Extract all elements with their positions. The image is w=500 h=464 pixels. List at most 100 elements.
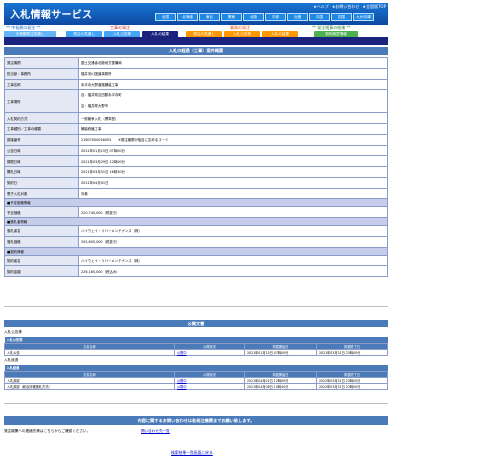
detail-value: 2021年04月01日 (78, 176, 388, 189)
inquiry-header: 内容に関するお問い合わせは各発注機関までお願い致します。 (4, 416, 388, 425)
nav-underline-bar (4, 37, 388, 45)
detail-value: 226,160,000（税込み） (78, 265, 388, 277)
group-header-estimate: ■予定価格情報 (4, 198, 388, 208)
help-link[interactable]: ★ヘルプ (313, 4, 329, 10)
detail-row: 工事場所 自：福井県吉田郡永平寺町 至：福井県大野市 (4, 89, 388, 114)
publish-end: 2021年03月31日 23時00分 (316, 348, 388, 356)
table-row: 入札公告 公開中 2021年01月15日 07時00分 2021年03月31日 … (4, 348, 388, 356)
detail-value: 福井河川国道事務所 (78, 67, 388, 80)
progress-table: 入札経過 文書名称 公開状況 掲載開始日 掲載終了日 入札調書 公開中 2021… (4, 365, 388, 390)
publish-end: 2022年03月31日 23時00分 (316, 382, 388, 390)
region-kinki[interactable]: 近畿 (287, 13, 308, 21)
publish-status-link[interactable]: 公開中 (174, 382, 245, 390)
site-title[interactable]: 入札情報サービス (10, 6, 92, 21)
region-chugoku[interactable]: 中国 (309, 13, 330, 21)
detail-value: 対象 (78, 187, 388, 200)
detail-row: 契約日 2021年04月01日 (4, 176, 388, 189)
inquiry-text: 発注機関への連絡先等はこちらからご確認ください。 (4, 429, 91, 433)
detail-label: 契約金額 (4, 265, 79, 277)
detail-label: 落札価格 (4, 235, 79, 248)
publish-status-link[interactable]: 公開中 (174, 348, 245, 356)
detail-label: 予定価格 (4, 206, 79, 218)
detail-label: 担当部・事務所 (4, 67, 79, 80)
divider (4, 403, 388, 404)
detail-row: 発注機関 国土交通省北陸地方整備局 (4, 57, 388, 69)
detail-label: 電子入札対象 (4, 187, 79, 200)
utility-links: ★ヘルプ ★お問い合わせ ★全国版TOP (313, 4, 386, 10)
document-name: 入札公告 (4, 348, 175, 356)
inquiry-row: 発注機関への連絡先等はこちらからご確認ください。 問い合わせ先一覧 (4, 428, 388, 436)
detail-label: 期限日時 (4, 155, 79, 167)
detail-label: 入札契約方式 (4, 112, 79, 124)
document-name: 入札調書（総合評価落札方式） (4, 382, 175, 390)
detail-label: 契約者名 (4, 254, 79, 267)
detail-label: 工事名称 (4, 78, 79, 91)
detail-label: 工事場所 (4, 89, 79, 114)
detail-row: 契約者名 ハイウェイ・リバーメンテナンス（株） (4, 254, 388, 267)
detail-value: 2021年03月31日 16時30分 (78, 166, 388, 178)
detail-row: 予定価格 220,740,000（税抜き） (4, 206, 388, 218)
detail-row: 調達番号 21807000036003 ※発注機関が独自に定めるコード (4, 133, 388, 146)
region-hokkaido[interactable]: 北海道 (177, 13, 198, 21)
site-header: 入札情報サービス ★ヘルプ ★お問い合わせ ★全国版TOP 全国 北海道 東北 … (4, 3, 388, 25)
detail-label: 発注機関 (4, 57, 79, 69)
detail-value: 2021年01月15日 07時00分 (78, 144, 388, 157)
detail-value: 205,600,000（税抜き） (78, 235, 388, 248)
detail-label: 開札日時 (4, 166, 79, 178)
detail-row: 公告日時 2021年01月15日 07時00分 (4, 144, 388, 157)
detail-label: 落札者名 (4, 225, 79, 237)
contact-list-link[interactable]: 問い合わせ先一覧 (141, 429, 170, 434)
region-kyushu-okinawa[interactable]: 九州沖縄 (353, 13, 374, 21)
region-tohoku[interactable]: 東北 (199, 13, 220, 21)
group-title: ■落札者情報 (4, 217, 388, 226)
documents-title: 公開文書 (4, 320, 388, 327)
detail-value: ハイウェイ・リバーメンテナンス（株） (78, 225, 388, 237)
detail-label: 工事種別／工事の種類 (4, 123, 79, 135)
detail-value: ハイウェイ・リバーメンテナンス（株） (78, 254, 388, 267)
detail-table: 発注機関 国土交通省北陸地方整備局 担当部・事務所 福井河川国道事務所 工事名称… (4, 57, 388, 277)
group-title: ■契約情報 (4, 246, 388, 256)
detail-row: 工事種別／工事の種類 舗装修繕工事 (4, 123, 388, 135)
section-title-notices: 入札公告等 (4, 330, 22, 334)
section-title-progress: 入札経過 (4, 358, 19, 362)
detail-row: 開札日時 2021年03月31日 16時30分 (4, 166, 388, 178)
region-shikoku[interactable]: 四国 (331, 13, 352, 21)
detail-value: 永平寺大野道路舗装工事 (78, 78, 388, 91)
back-to-results-link[interactable]: 検索結果一覧画面に戻る (171, 450, 213, 456)
location-from: 自：福井県吉田郡永平寺町 (81, 93, 122, 98)
detail-value: 21807000036003 ※発注機関が独自に定めるコード (78, 133, 388, 146)
contact-link[interactable]: ★お問い合わせ (332, 4, 360, 10)
detail-value: 国土交通省北陸地方整備局 (78, 57, 388, 69)
detail-row: 工事名称 永平寺大野道路舗装工事 (4, 78, 388, 91)
region-nationwide[interactable]: 全国 (155, 13, 176, 21)
detail-value: 220,740,000（税抜き） (78, 206, 388, 218)
national-top-link[interactable]: ★全国版TOP (362, 4, 386, 10)
detail-label: 調達番号 (4, 133, 79, 146)
detail-value: 2021年03月29日 12時00分 (78, 155, 388, 167)
region-bar: 全国 北海道 東北 関東 北陸 中部 近畿 中国 四国 九州沖縄 (155, 13, 374, 21)
group-title: ■予定価格情報 (4, 198, 388, 208)
detail-row: 落札者名 ハイウェイ・リバーメンテナンス（株） (4, 225, 388, 237)
detail-row: 入札契約方式 一般競争入札（標準型） (4, 112, 388, 124)
region-kanto[interactable]: 関東 (221, 13, 242, 21)
detail-value: 一般競争入札（標準型） (78, 112, 388, 124)
page-title: 入札の経過（工事）案件概要 (4, 47, 388, 55)
detail-value: 自：福井県吉田郡永平寺町 至：福井県大野市 (78, 89, 388, 114)
notices-table: 入札公告等 文書名称 公開状況 掲載開始日 掲載終了日 入札公告 公開中 202… (4, 337, 388, 356)
group-header-contract: ■契約情報 (4, 246, 388, 256)
detail-label: 契約日 (4, 176, 79, 189)
detail-row: 期限日時 2021年03月29日 12時00分 (4, 155, 388, 167)
publish-start: 2021年01月15日 07時00分 (244, 348, 317, 356)
publish-start: 2021年04月06日 10時40分 (244, 382, 317, 390)
detail-row: 電子入札対象 対象 (4, 187, 388, 200)
detail-label: 公告日時 (4, 144, 79, 157)
table-row: 入札調書（総合評価落札方式） 公開中 2021年04月06日 10時40分 20… (4, 382, 388, 390)
group-header-winner: ■落札者情報 (4, 217, 388, 226)
region-hokuriku[interactable]: 北陸 (243, 13, 264, 21)
detail-row: 契約金額 226,160,000（税込み） (4, 265, 388, 277)
detail-row: 担当部・事務所 福井河川国道事務所 (4, 67, 388, 80)
detail-row: 落札価格 205,600,000（税抜き） (4, 235, 388, 248)
detail-value: 舗装修繕工事 (78, 123, 388, 135)
region-chubu[interactable]: 中部 (265, 13, 286, 21)
divider (4, 306, 388, 307)
